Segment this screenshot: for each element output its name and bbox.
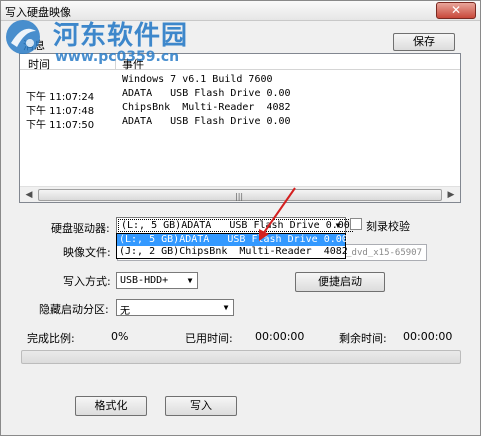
image-file-label: 映像文件:: [63, 246, 111, 259]
title-bar[interactable]: 写入硬盘映像 ✕: [1, 1, 480, 21]
log-time: 下午 11:07:50: [26, 120, 95, 131]
column-header-time[interactable]: 时间: [28, 56, 50, 72]
remaining-value: 00:00:00: [403, 330, 453, 343]
list-item[interactable]: 下午 11:07:48 ChipsBnk Multi-Reader 4082: [20, 102, 460, 117]
write-method-label: 写入方式:: [63, 275, 111, 288]
scroll-left-icon[interactable]: ◀: [21, 188, 37, 202]
quick-boot-button[interactable]: 便捷启动: [295, 272, 385, 292]
window-title: 写入硬盘映像: [5, 6, 71, 19]
drive-option[interactable]: (L:, 5 GB)ADATA USB Flash Drive 0.00: [117, 234, 348, 246]
list-item[interactable]: 下午 11:07:50 ADATA USB Flash Drive 0.00: [20, 116, 460, 131]
format-button[interactable]: 格式化: [75, 396, 147, 416]
progress-bar: [21, 350, 461, 364]
dialog-window: 写入硬盘映像 ✕ 消息 保存 时间 事件 Windows 7 v6.1 Buil…: [0, 0, 481, 436]
log-list[interactable]: 时间 事件 Windows 7 v6.1 Build 7600 下午 11:07…: [19, 53, 461, 203]
scroll-right-icon[interactable]: ▶: [443, 188, 459, 202]
column-header-event[interactable]: 事件: [122, 56, 144, 72]
log-time: 下午 11:07:48: [26, 106, 95, 117]
elapsed-value: 00:00:00: [255, 330, 305, 343]
image-file-value: 6_dvd_x15-65907: [340, 248, 422, 258]
log-time: 下午 11:07:24: [26, 92, 95, 103]
log-event: ADATA USB Flash Drive 0.00: [122, 116, 291, 127]
list-item[interactable]: Windows 7 v6.1 Build 7600: [20, 74, 460, 88]
save-button[interactable]: 保存: [393, 33, 455, 51]
hidden-partition-label: 隐藏启动分区:: [39, 303, 109, 316]
column-divider[interactable]: [115, 54, 116, 70]
horizontal-scrollbar[interactable]: ◀ ||| ▶: [20, 186, 460, 202]
log-event: Windows 7 v6.1 Build 7600: [122, 74, 273, 85]
verify-checkbox[interactable]: [350, 218, 362, 230]
chevron-down-icon[interactable]: ▼: [183, 273, 197, 288]
log-header: 时间 事件: [20, 54, 460, 72]
close-icon: ✕: [450, 3, 462, 17]
elapsed-label: 已用时间:: [185, 332, 233, 345]
chevron-down-icon[interactable]: ▼: [219, 300, 233, 315]
hidden-partition-select[interactable]: 无 ▼: [116, 299, 234, 317]
write-button[interactable]: 写入: [165, 396, 237, 416]
remaining-label: 剩余时间:: [339, 332, 387, 345]
drive-label: 硬盘驱动器:: [51, 222, 110, 235]
list-item[interactable]: 下午 11:07:24 ADATA USB Flash Drive 0.00: [20, 88, 460, 103]
verify-label: 刻录校验: [366, 220, 410, 233]
drive-option[interactable]: (J:, 2 GB)ChipsBnk Multi-Reader 4082: [117, 246, 348, 258]
complete-value: 0%: [111, 330, 129, 343]
log-event: ADATA USB Flash Drive 0.00: [122, 88, 291, 99]
drive-select[interactable]: (L:, 5 GB)ADATA USB Flash Drive 0.00 ▼: [116, 217, 353, 234]
grip-icon: |||: [235, 192, 244, 201]
hidden-partition-value: 无: [120, 306, 130, 317]
close-button[interactable]: ✕: [436, 2, 476, 19]
message-label: 消息: [23, 39, 45, 52]
drive-selected-value: (L:, 5 GB)ADATA USB Flash Drive 0.00: [118, 219, 353, 232]
complete-label: 完成比例:: [27, 332, 75, 345]
scrollbar-thumb[interactable]: |||: [38, 189, 442, 201]
chevron-down-icon[interactable]: ▼: [331, 218, 345, 233]
drive-dropdown-list[interactable]: (L:, 5 GB)ADATA USB Flash Drive 0.00 (J:…: [116, 233, 348, 259]
log-event: ChipsBnk Multi-Reader 4082: [122, 102, 291, 113]
